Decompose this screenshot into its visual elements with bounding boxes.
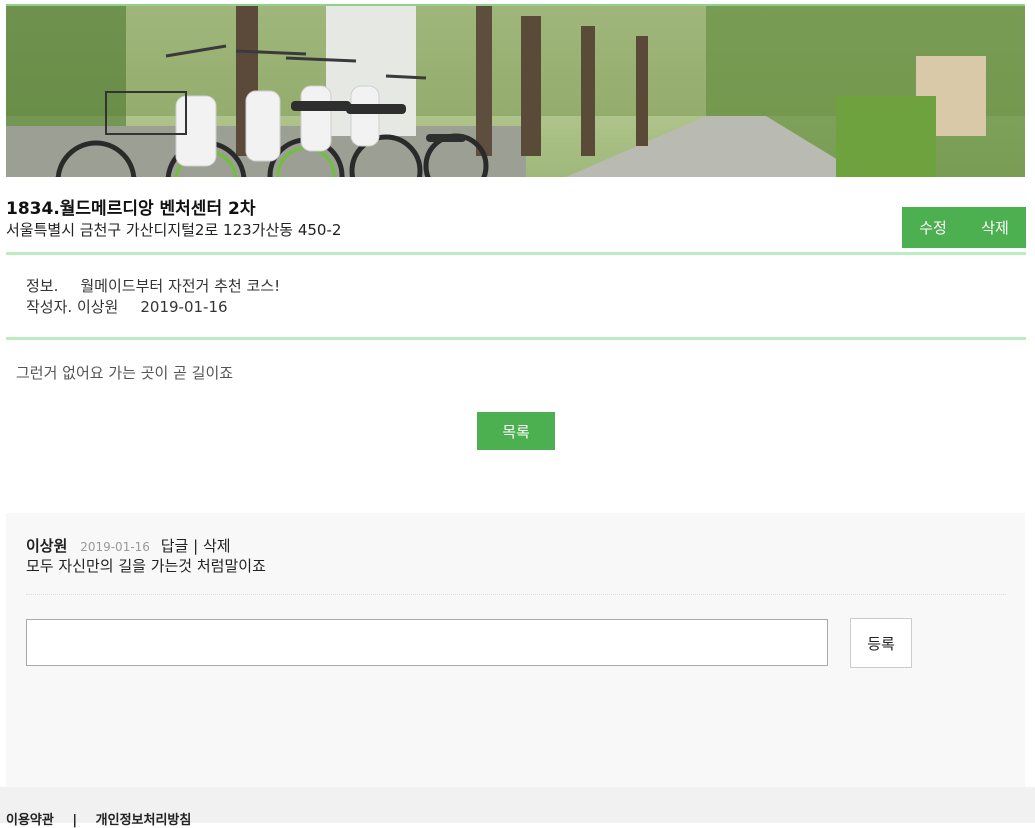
- author-label: 작성자.: [26, 298, 73, 316]
- comment-section: 이상원 2019-01-16 답글 | 삭제 모두 자신만의 길을 가는것 처럼…: [6, 513, 1025, 787]
- info-value: 월메이드부터 자전거 추천 코스!: [80, 277, 281, 295]
- delete-button[interactable]: 삭제: [964, 207, 1026, 248]
- comment-date: 2019-01-16: [80, 540, 150, 554]
- submit-comment-button[interactable]: 등록: [850, 618, 912, 668]
- info-label: 정보.: [26, 277, 59, 295]
- comment-delete-link[interactable]: 삭제: [203, 537, 231, 555]
- place-address: 서울특별시 금천구 가산디지털2로 123가산동 450-2: [6, 221, 342, 239]
- divider: [6, 252, 1026, 255]
- post-content: 그런거 없어요 가는 곳이 곧 길이죠: [16, 364, 234, 382]
- footer: 이용약관 | 개인정보처리방침: [0, 787, 1035, 828]
- reply-link[interactable]: 답글: [161, 537, 189, 555]
- post-actions: 수정 삭제: [902, 207, 1026, 248]
- list-button[interactable]: 목록: [477, 412, 555, 450]
- divider: [6, 337, 1026, 340]
- post-author: 이상원: [76, 298, 119, 316]
- edit-button[interactable]: 수정: [902, 207, 964, 248]
- footer-separator: |: [72, 813, 78, 828]
- post-info: 정보. 월메이드부터 자전거 추천 코스! 작성자. 이상원 2019-01-16: [26, 276, 280, 318]
- comment-divider: [26, 594, 1006, 595]
- privacy-policy-link[interactable]: 개인정보처리방침: [96, 813, 192, 828]
- post-date: 2019-01-16: [140, 298, 228, 316]
- comment-header: 이상원 2019-01-16 답글 | 삭제: [26, 535, 231, 556]
- comment-input[interactable]: [26, 619, 828, 666]
- terms-link[interactable]: 이용약관: [6, 813, 54, 828]
- comment-author: 이상원: [26, 537, 68, 555]
- link-separator: |: [193, 537, 199, 555]
- place-title: 1834.월드메르디앙 벤처센터 2차: [6, 199, 256, 219]
- comment-text: 모두 자신만의 길을 가는것 처럼말이죠: [26, 557, 266, 575]
- hero-image: [6, 4, 1025, 177]
